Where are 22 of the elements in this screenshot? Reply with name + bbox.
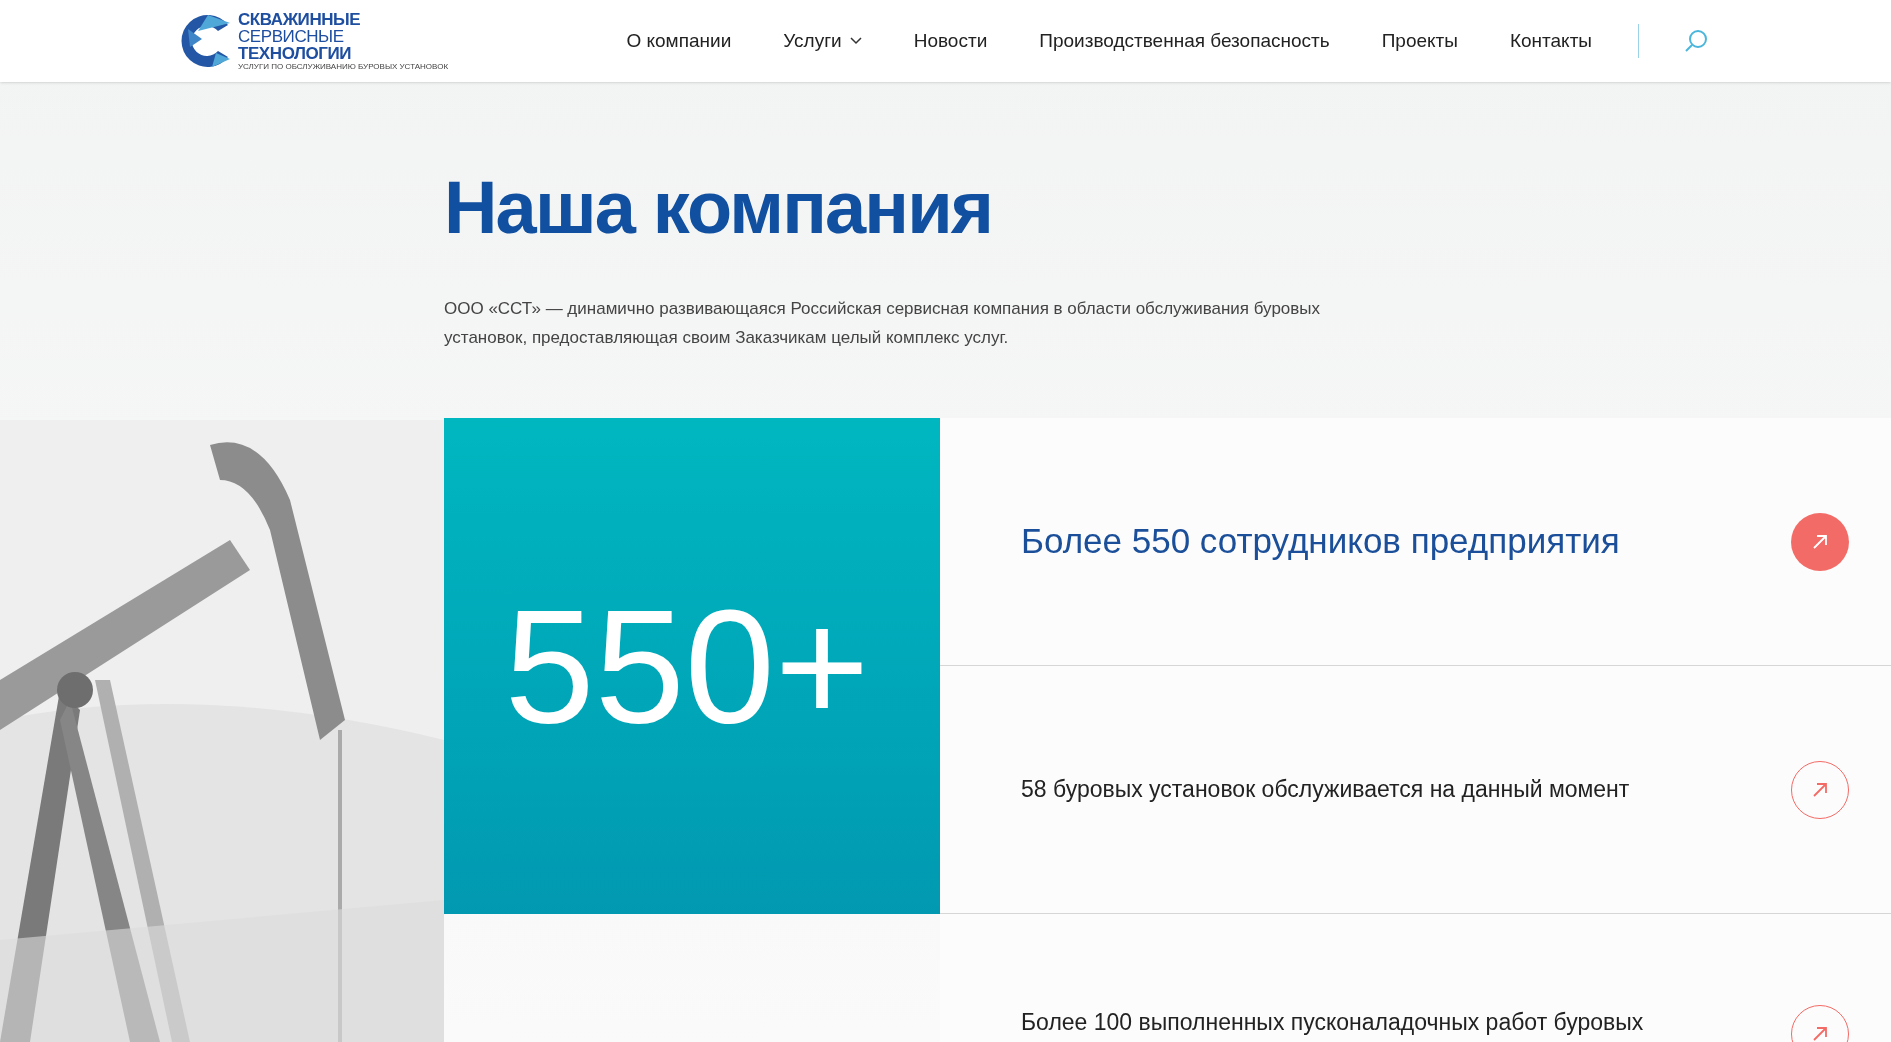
arrow-icon (1811, 780, 1829, 799)
logo-text: СКВАЖИННЫЕ (238, 10, 362, 28)
fact-text: Более 100 выполненных пусконаладочных работ буровых (1021, 1008, 1645, 1037)
logo-text: СЕРВИСНЫЕ (238, 27, 345, 45)
page-title: Наша компания (444, 168, 994, 248)
arrow-button[interactable] (1791, 512, 1849, 571)
nav-link[interactable]: Услуги (757, 26, 888, 56)
intro-paragraph: ООО «ССТ» — динамично развивающаяся Российская сервисная компания в области обслуживания буровых установок, предоставляющая своим Заказчикам целый комплекс услуг. (444, 298, 1322, 349)
nav-link[interactable]: Производственная безопасность (1013, 26, 1356, 56)
nav-link[interactable]: Проекты (1355, 26, 1484, 56)
arrow-icon (1811, 1025, 1829, 1042)
arrow-icon (1811, 532, 1829, 551)
chevron-down-icon (849, 37, 862, 45)
stat-number: 550+ (504, 585, 871, 747)
fact-text: 58 буровых установок обслуживается на данный момент (1021, 775, 1631, 805)
nav-link[interactable]: Контакты (1483, 26, 1618, 56)
nav-link[interactable]: О компании (600, 26, 758, 56)
search-icon (1683, 28, 1709, 54)
logo-tagline: УСЛУГИ ПО ОБСЛУЖИВАНИЮ БУРОВЫХ УСТАНОВОК (238, 61, 449, 72)
nav-link[interactable]: Новости (887, 26, 1014, 56)
fact-text: Более 550 сотрудников предприятия (1021, 520, 1621, 563)
logo-text: ТЕХНОЛОГИИ (238, 44, 353, 62)
